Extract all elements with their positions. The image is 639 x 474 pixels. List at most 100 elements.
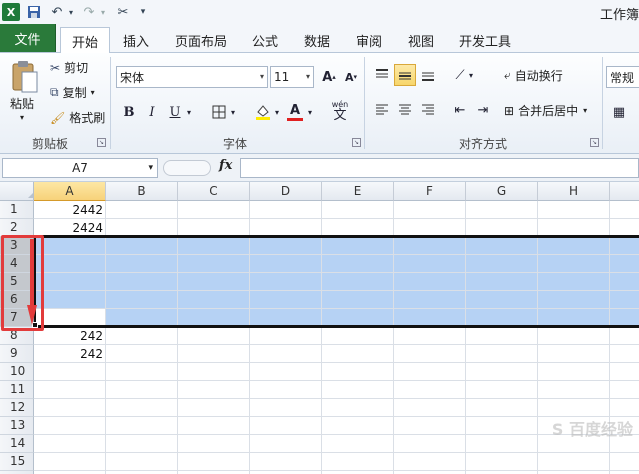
font-color-dropdown-icon[interactable]: ▾ bbox=[305, 101, 315, 123]
column-header-g[interactable]: G bbox=[466, 182, 538, 201]
row-gridline bbox=[34, 308, 639, 309]
undo-icon[interactable]: ↶ bbox=[48, 3, 66, 21]
italic-button[interactable]: I bbox=[141, 101, 163, 123]
number-format-select[interactable]: 常规 bbox=[606, 66, 639, 88]
column-header-h[interactable]: H bbox=[538, 182, 610, 201]
ribbon: 粘贴 ▾ ✂ 剪切 ⧉ 复制 ▾ 🖌 格式刷 剪贴板 ↘ 宋体 ▾ 11 ▾ A… bbox=[0, 53, 639, 154]
phonetic-guide-icon[interactable]: wén 文 bbox=[326, 97, 354, 125]
row-gridline bbox=[34, 398, 639, 399]
tab-view[interactable]: 视图 bbox=[400, 28, 442, 53]
tab-review[interactable]: 审阅 bbox=[348, 28, 390, 53]
column-header-e[interactable]: E bbox=[322, 182, 394, 201]
column-header-b[interactable]: B bbox=[106, 182, 178, 201]
paste-dropdown-icon[interactable]: ▾ bbox=[20, 113, 24, 122]
formula-bar-separator[interactable] bbox=[163, 160, 211, 176]
worksheet-grid[interactable]: A B C D E F G H 1 2 3 4 5 6 7 8 9 10 11 … bbox=[0, 182, 639, 474]
undo-dropdown-icon[interactable]: ▾ bbox=[66, 3, 76, 21]
borders-icon[interactable] bbox=[208, 101, 230, 123]
row-header-9[interactable]: 9 bbox=[0, 345, 34, 363]
tab-developer[interactable]: 开发工具 bbox=[452, 28, 518, 53]
customize-toolbar-icon[interactable]: ▾ bbox=[138, 3, 148, 21]
cut-button[interactable]: ✂ 剪切 bbox=[50, 59, 88, 76]
align-right-icon[interactable] bbox=[417, 99, 439, 121]
tab-formulas[interactable]: 公式 bbox=[244, 28, 286, 53]
increase-indent-icon[interactable]: ⇥ bbox=[472, 99, 494, 121]
copy-button[interactable]: ⧉ 复制 ▾ bbox=[50, 84, 95, 101]
row-header-13[interactable]: 13 bbox=[0, 417, 34, 435]
group-divider bbox=[602, 57, 603, 149]
brush-icon: 🖌 bbox=[50, 110, 66, 125]
column-header-c[interactable]: C bbox=[178, 182, 250, 201]
column-header-f[interactable]: F bbox=[394, 182, 466, 201]
align-center-icon[interactable] bbox=[394, 99, 416, 121]
orientation-dropdown-icon[interactable]: ▾ bbox=[466, 64, 476, 86]
paste-icon[interactable] bbox=[8, 57, 42, 97]
format-painter-label: 格式刷 bbox=[69, 111, 106, 125]
shrink-font-icon[interactable]: A ▾ bbox=[340, 66, 362, 88]
redo-icon[interactable]: ↷ bbox=[80, 3, 98, 21]
selection-border-bottom bbox=[34, 325, 639, 328]
cell-a8[interactable]: 242 bbox=[34, 327, 106, 345]
decrease-indent-icon[interactable]: ⇤ bbox=[449, 99, 471, 121]
row-gridline bbox=[34, 452, 639, 453]
grow-font-icon[interactable]: A ▴ bbox=[318, 66, 340, 88]
borders-dropdown-icon[interactable]: ▾ bbox=[228, 101, 238, 123]
row-header-12[interactable]: 12 bbox=[0, 399, 34, 417]
group-label-font: 字体 bbox=[222, 137, 247, 151]
row-header-10[interactable]: 10 bbox=[0, 363, 34, 381]
align-bottom-icon[interactable] bbox=[417, 64, 439, 86]
row-gridline bbox=[34, 362, 639, 363]
tab-file[interactable]: 文件 bbox=[0, 24, 56, 52]
select-all-corner[interactable] bbox=[0, 182, 34, 201]
fx-label: fx bbox=[219, 158, 233, 173]
underline-dropdown-icon[interactable]: ▾ bbox=[184, 101, 194, 123]
tab-page-layout[interactable]: 页面布局 bbox=[170, 28, 232, 53]
fill-color-dropdown-icon[interactable]: ▾ bbox=[272, 101, 282, 123]
merge-center-button[interactable]: ⊞ 合并后居中 ▾ bbox=[504, 102, 587, 119]
column-header-a[interactable]: A bbox=[34, 182, 106, 201]
copy-dropdown-icon: ▾ bbox=[90, 88, 95, 97]
redo-dropdown-icon[interactable]: ▾ bbox=[98, 3, 108, 21]
merge-dropdown-icon: ▾ bbox=[583, 106, 588, 115]
row-header-11[interactable]: 11 bbox=[0, 381, 34, 399]
format-painter-button[interactable]: 🖌 格式刷 bbox=[50, 109, 105, 126]
align-middle-icon[interactable] bbox=[394, 64, 416, 86]
save-icon[interactable] bbox=[26, 3, 42, 21]
row-header-1[interactable]: 1 bbox=[0, 201, 34, 219]
clipboard-launcher-icon[interactable]: ↘ bbox=[97, 138, 106, 147]
align-left-icon[interactable] bbox=[371, 99, 393, 121]
alignment-launcher-icon[interactable]: ↘ bbox=[590, 138, 599, 147]
insert-function-icon[interactable]: fx bbox=[219, 158, 232, 173]
font-color-icon[interactable]: A bbox=[284, 101, 306, 123]
row-gridline bbox=[34, 272, 639, 273]
paste-button[interactable]: 粘贴 bbox=[10, 95, 34, 112]
font-name-select[interactable]: 宋体 ▾ bbox=[116, 66, 268, 88]
number-format-value: 常规 bbox=[610, 70, 635, 85]
chevron-down-icon: ▾ bbox=[259, 72, 264, 81]
selected-rows-highlight bbox=[34, 237, 639, 327]
wrap-text-button[interactable]: ⤶ 自动换行 bbox=[504, 67, 563, 84]
column-gridline bbox=[321, 201, 322, 474]
wrap-text-label: 自动换行 bbox=[514, 69, 563, 83]
font-size-select[interactable]: 11 ▾ bbox=[270, 66, 314, 88]
currency-icon[interactable]: ▦ bbox=[608, 101, 630, 123]
row-header-15[interactable]: 15 bbox=[0, 453, 34, 471]
column-header-partial[interactable] bbox=[610, 182, 639, 201]
font-launcher-icon[interactable]: ↘ bbox=[352, 138, 361, 147]
align-top-icon[interactable] bbox=[371, 64, 393, 86]
tab-home[interactable]: 开始 bbox=[60, 27, 110, 54]
underline-button[interactable]: U bbox=[164, 101, 186, 123]
bold-button[interactable]: B bbox=[118, 101, 140, 123]
excel-logo-icon[interactable]: X bbox=[2, 3, 20, 21]
tools-icon[interactable]: ✂ bbox=[112, 3, 134, 21]
formula-input[interactable] bbox=[240, 158, 639, 178]
tab-data[interactable]: 数据 bbox=[296, 28, 338, 53]
column-gridline bbox=[177, 201, 178, 474]
column-header-d[interactable]: D bbox=[250, 182, 322, 201]
cell-a1[interactable]: 2442 bbox=[34, 201, 106, 219]
tab-insert[interactable]: 插入 bbox=[114, 28, 158, 53]
row-header-14[interactable]: 14 bbox=[0, 435, 34, 453]
name-box[interactable]: A7 ▾ bbox=[2, 158, 158, 178]
cell-a9[interactable]: 242 bbox=[34, 345, 106, 363]
fill-color-icon[interactable] bbox=[252, 101, 274, 123]
